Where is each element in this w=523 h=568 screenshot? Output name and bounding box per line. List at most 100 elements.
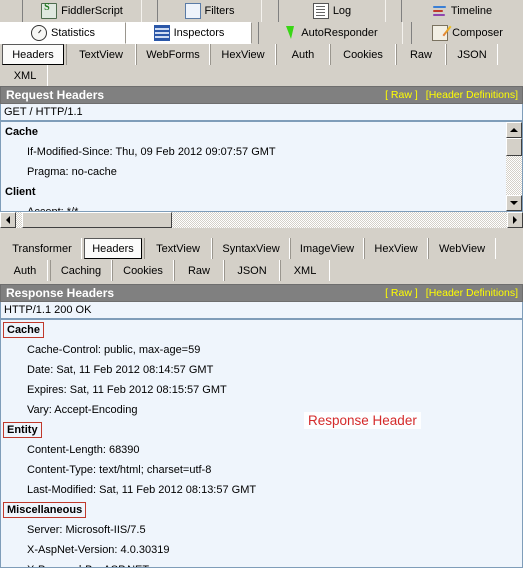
pane-splitter[interactable] <box>0 228 523 238</box>
tab-inspectors[interactable]: Inspectors <box>126 22 252 44</box>
response-header-x-aspnet-version[interactable]: X-AspNet-Version: 4.0.30319 <box>1 540 522 560</box>
response-headers-list[interactable]: Cache Cache-Control: public, max-age=59 … <box>0 319 523 568</box>
tab-fiddlerscript[interactable]: FiddlerScript <box>22 0 142 22</box>
request-tab-xml[interactable]: XML <box>2 65 48 86</box>
tab-timeline[interactable]: Timeline <box>401 0 523 22</box>
response-group-cache[interactable]: Cache <box>1 320 522 340</box>
response-tab-raw[interactable]: Raw <box>174 260 224 281</box>
response-header-server[interactable]: Server: Microsoft-IIS/7.5 <box>1 520 522 540</box>
request-vscroll-thumb[interactable] <box>506 138 522 156</box>
response-header-content-length-text: Content-Length: 68390 <box>27 444 140 456</box>
response-tab-json[interactable]: JSON <box>224 260 280 281</box>
response-header-content-type-text: Content-Type: text/html; charset=utf-8 <box>27 464 212 476</box>
response-header-cache-control[interactable]: Cache-Control: public, max-age=59 <box>1 340 522 360</box>
request-tab-textview-label: TextView <box>79 48 123 61</box>
response-tab-caching-label: Caching <box>60 264 102 277</box>
response-tab-cookies[interactable]: Cookies <box>112 260 174 281</box>
response-tab-webview[interactable]: WebView <box>428 238 496 259</box>
request-vertical-scrollbar[interactable] <box>506 122 522 211</box>
composer-icon <box>432 25 449 41</box>
request-tab-hexview[interactable]: HexView <box>210 44 276 65</box>
request-line[interactable]: GET / HTTP/1.1 <box>0 104 523 121</box>
request-line-text: GET / HTTP/1.1 <box>4 106 83 118</box>
response-header-date[interactable]: Date: Sat, 11 Feb 2012 08:14:57 GMT <box>1 360 522 380</box>
response-header-content-length[interactable]: Content-Length: 68390 <box>1 440 522 460</box>
response-header-vary[interactable]: Vary: Accept-Encoding <box>1 400 522 420</box>
request-tab-headers[interactable]: Headers <box>2 44 64 65</box>
response-pane-title: Response Headers <box>6 286 115 300</box>
response-raw-link[interactable]: [ Raw ] <box>385 287 418 299</box>
request-hscroll-left-button[interactable] <box>0 212 16 228</box>
request-group-cache-label: Cache <box>5 126 39 138</box>
response-pane-links: [ Raw ] [Header Definitions] <box>385 287 518 299</box>
request-tab-headers-label: Headers <box>12 48 54 61</box>
response-header-x-aspnet-version-text: X-AspNet-Version: 4.0.30319 <box>27 544 170 556</box>
request-headers-list[interactable]: Cache If-Modified-Since: Thu, 09 Feb 201… <box>0 121 523 212</box>
response-tab-auth[interactable]: Auth <box>2 260 48 281</box>
chevron-right-icon <box>513 216 517 224</box>
response-tab-caching[interactable]: Caching <box>50 260 112 281</box>
request-tab-raw[interactable]: Raw <box>396 44 446 65</box>
response-tab-xml[interactable]: XML <box>280 260 330 281</box>
tab-composer-label: Composer <box>452 27 503 39</box>
request-vscroll-up-button[interactable] <box>506 122 522 138</box>
inspectors-icon <box>153 25 170 41</box>
request-header-pragma[interactable]: Pragma: no-cache <box>1 162 522 182</box>
request-tab-cookies[interactable]: Cookies <box>330 44 396 65</box>
request-tab-json[interactable]: JSON <box>446 44 498 65</box>
response-header-last-modified-text: Last-Modified: Sat, 11 Feb 2012 08:13:57… <box>27 484 257 496</box>
response-tab-raw-label: Raw <box>187 264 210 277</box>
filters-icon <box>184 3 201 19</box>
chevron-down-icon <box>510 201 518 205</box>
request-pane-header: Request Headers [ Raw ] [Header Definiti… <box>0 86 523 104</box>
request-hscroll-thumb[interactable] <box>22 212 172 228</box>
response-tab-textview-label: TextView <box>156 242 200 255</box>
response-pane-header: Response Headers [ Raw ] [Header Definit… <box>0 284 523 302</box>
response-group-miscellaneous-label: Miscellaneous <box>3 502 87 518</box>
request-header-if-modified-since[interactable]: If-Modified-Since: Thu, 09 Feb 2012 09:0… <box>1 142 522 162</box>
request-header-accept[interactable]: Accept: */* <box>1 202 522 211</box>
request-hscroll-right-button[interactable] <box>507 212 523 228</box>
request-horizontal-scrollbar[interactable] <box>0 212 523 228</box>
request-header-definitions-link[interactable]: [Header Definitions] <box>426 89 518 101</box>
request-tab-cookies-label: Cookies <box>343 48 383 61</box>
response-header-expires[interactable]: Expires: Sat, 11 Feb 2012 08:15:57 GMT <box>1 380 522 400</box>
timeline-icon <box>432 4 447 18</box>
request-tab-textview[interactable]: TextView <box>66 44 136 65</box>
response-tab-syntaxview[interactable]: SyntaxView <box>212 238 290 259</box>
response-header-content-type[interactable]: Content-Type: text/html; charset=utf-8 <box>1 460 522 480</box>
response-group-entity[interactable]: Entity <box>1 420 522 440</box>
response-header-definitions-link[interactable]: [Header Definitions] <box>426 287 518 299</box>
response-tab-headers[interactable]: Headers <box>84 238 142 259</box>
request-group-cache[interactable]: Cache <box>1 122 522 142</box>
response-tab-hexview[interactable]: HexView <box>364 238 428 259</box>
request-headers-pane: Request Headers [ Raw ] [Header Definiti… <box>0 86 523 228</box>
request-tab-auth[interactable]: Auth <box>276 44 330 65</box>
response-status-line[interactable]: HTTP/1.1 200 OK <box>0 302 523 319</box>
response-tab-json-label: JSON <box>237 264 267 277</box>
tab-statistics[interactable]: Statistics <box>0 22 126 44</box>
tab-statistics-label: Statistics <box>50 27 95 39</box>
tab-inspectors-label: Inspectors <box>173 27 225 39</box>
response-header-x-powered-by[interactable]: X-Powered-By: ASP.NET <box>1 560 522 567</box>
request-pane-title: Request Headers <box>6 88 105 102</box>
response-header-expires-text: Expires: Sat, 11 Feb 2012 08:15:57 GMT <box>27 384 227 396</box>
request-group-client[interactable]: Client <box>1 182 522 202</box>
tab-composer[interactable]: Composer <box>411 22 523 44</box>
response-tab-transformer[interactable]: Transformer <box>2 238 82 259</box>
request-raw-link[interactable]: [ Raw ] <box>385 89 418 101</box>
response-header-last-modified[interactable]: Last-Modified: Sat, 11 Feb 2012 08:13:57… <box>1 480 522 500</box>
tab-log[interactable]: Log <box>278 0 386 22</box>
tab-autoresponder[interactable]: AutoResponder <box>258 22 403 44</box>
tab-filters[interactable]: Filters <box>157 0 262 22</box>
request-tab-hexview-label: HexView <box>221 48 265 61</box>
response-tab-cookies-label: Cookies <box>123 264 163 277</box>
response-tab-imageview[interactable]: ImageView <box>290 238 364 259</box>
request-vscroll-down-button[interactable] <box>506 195 522 211</box>
request-tab-webforms[interactable]: WebForms <box>136 44 210 65</box>
response-tab-textview[interactable]: TextView <box>144 238 212 259</box>
request-tab-json-label: JSON <box>457 48 487 61</box>
response-group-miscellaneous[interactable]: Miscellaneous <box>1 500 522 520</box>
request-tab-auth-label: Auth <box>291 48 315 61</box>
response-tab-auth-label: Auth <box>13 264 37 277</box>
